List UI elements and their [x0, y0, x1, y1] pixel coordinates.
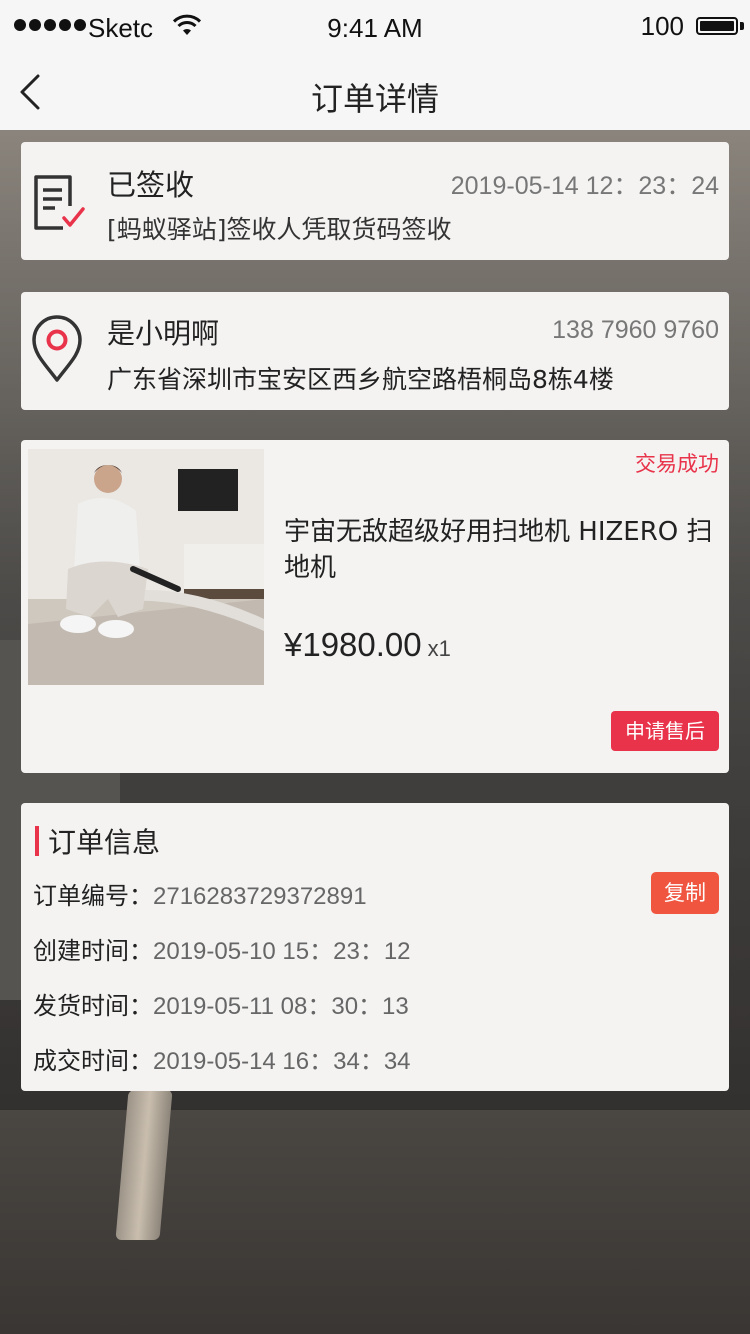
copy-button[interactable]: 复制 [651, 872, 719, 914]
order-info-title: 订单信息 [48, 826, 161, 859]
delivery-detail: [蚂蚁驿站]签收人凭取货码签收 [107, 215, 452, 244]
battery-tip [740, 22, 744, 30]
document-check-icon [34, 175, 85, 230]
logistics-card[interactable]: 已签收 2019-05-14 12：23：24 [蚂蚁驿站]签收人凭取货码签收 [21, 142, 729, 260]
deal-time-label: 成交时间： [33, 1047, 153, 1075]
shipped-time-value: 2019-05-11 08：30：13 [153, 993, 409, 1020]
deal-time-value: 2019-05-14 16：34：34 [153, 1048, 411, 1075]
trade-status: 交易成功 [635, 452, 719, 476]
deal-time-row: 成交时间：2019-05-14 16：34：34 [33, 1041, 411, 1076]
order-info-card: 订单信息 订单编号：2716283729372891 复制 创建时间：2019-… [21, 803, 729, 1091]
order-info-header: 订单信息 [35, 821, 160, 861]
after-sale-button[interactable]: 申请售后 [611, 711, 719, 751]
page-title: 订单详情 [310, 80, 439, 118]
shipped-time-label: 发货时间： [33, 992, 153, 1020]
order-number-row: 订单编号：2716283729372891 [33, 876, 367, 911]
shipped-time-row: 发货时间：2019-05-11 08：30：13 [33, 986, 409, 1021]
clock: 9:41 AM [327, 13, 423, 43]
status-bar: Sketc 9:41 AM 100 [0, 0, 750, 56]
section-accent-bar [35, 826, 39, 856]
created-time-row: 创建时间：2019-05-10 15：23：12 [33, 931, 411, 966]
product-title[interactable]: 宇宙无敌超级好用扫地机 HIZERO 扫地机 [284, 514, 724, 586]
recipient-name: 是小明啊 [107, 317, 220, 350]
navigation-bar: 订单详情 [0, 56, 750, 130]
delivery-time: 2019-05-14 12：23：24 [450, 172, 719, 200]
location-pin-icon [32, 315, 82, 382]
recipient-phone: 138 7960 9760 [552, 316, 719, 344]
delivery-status: 已签收 [107, 168, 195, 202]
product-price-line: ¥1980.00 x1 [284, 626, 451, 664]
battery-percent: 100 [640, 11, 684, 41]
product-card: 交易成功 宇宙无敌超级好用扫地机 HIZERO 扫地机 ¥1980.00 x1 申… [21, 440, 729, 773]
product-price: ¥1980.00 [284, 626, 422, 663]
address-card[interactable]: 是小明啊 138 7960 9760 广东省深圳市宝安区西乡航空路梧桐岛8栋4楼 [21, 292, 729, 410]
recipient-address: 广东省深圳市宝安区西乡航空路梧桐岛8栋4楼 [107, 365, 614, 394]
order-number-value: 2716283729372891 [153, 883, 367, 910]
product-quantity: x1 [427, 636, 451, 661]
battery-icon [696, 17, 738, 35]
product-image[interactable] [28, 449, 264, 685]
created-time-label: 创建时间： [33, 937, 153, 965]
background-floor [0, 1110, 750, 1334]
created-time-value: 2019-05-10 15：23：12 [153, 938, 411, 965]
order-number-label: 订单编号： [33, 882, 153, 910]
